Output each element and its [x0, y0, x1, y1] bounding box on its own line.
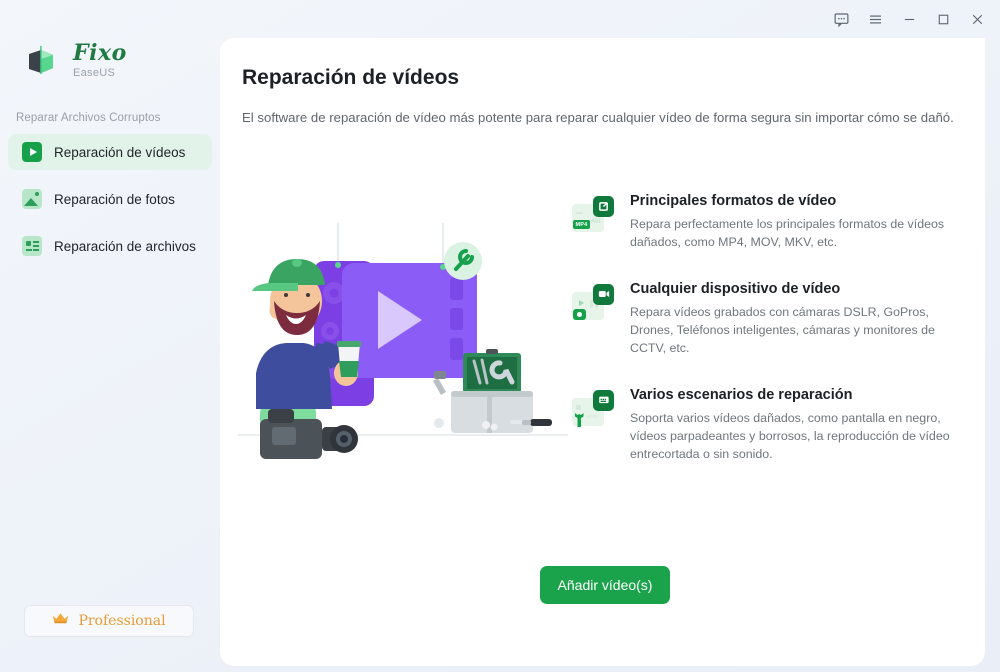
feedback-button[interactable]: [824, 4, 858, 34]
wrench-glyph: [573, 412, 585, 427]
mp4-tag: MP4: [573, 220, 590, 229]
camera-glyph: [573, 308, 586, 320]
feature-heading: Principales formatos de vídeo: [630, 193, 837, 209]
sidebar: Fixo EaseUS Reparar Archivos Corruptos R…: [0, 0, 220, 672]
sidebar-item-label: Reparación de vídeos: [54, 144, 186, 160]
sidebar-item-video-repair[interactable]: Reparación de vídeos: [8, 134, 212, 170]
close-button[interactable]: [960, 4, 994, 34]
sidebar-item-label: Reparación de fotos: [54, 191, 175, 207]
main-panel: Reparación de vídeos El software de repa…: [220, 38, 985, 666]
sidebar-item-file-repair[interactable]: Reparación de archivos: [8, 228, 212, 264]
file-repair-icon: [22, 236, 42, 256]
sidebar-nav: Reparación de vídeos Reparación de fotos…: [8, 134, 212, 275]
sidebar-item-photo-repair[interactable]: Reparación de fotos: [8, 181, 212, 217]
professional-label: Professional: [78, 613, 166, 629]
feature-item: Varios escenarios de reparación Soporta …: [572, 387, 962, 464]
add-video-button[interactable]: Añadir vídeo(s): [540, 566, 670, 604]
crown-icon: [52, 612, 69, 630]
video-device-icon: [572, 283, 614, 326]
sidebar-section-label: Reparar Archivos Corruptos: [16, 112, 161, 124]
feature-list: AVI MP4 Principales formatos de vídeo Re…: [572, 193, 962, 493]
menu-button[interactable]: [858, 4, 892, 34]
feature-heading: Varios escenarios de reparación: [630, 386, 853, 403]
feature-item: Cualquier dispositivo de vídeo Repara ví…: [572, 281, 962, 358]
brand: Fixo EaseUS: [20, 38, 127, 82]
feature-body: Repara vídeos grabados con cámaras DSLR,…: [630, 304, 935, 355]
photo-repair-icon: [22, 189, 42, 209]
title-bar: [0, 0, 1000, 38]
video-formats-icon: AVI MP4: [572, 196, 614, 238]
brand-name: Fixo: [73, 39, 127, 66]
minimize-button[interactable]: [892, 4, 926, 34]
avi-tag: AVI: [591, 219, 601, 225]
repair-scenarios-icon: [572, 389, 614, 432]
feature-item: AVI MP4 Principales formatos de vídeo Re…: [572, 193, 962, 252]
feature-body: Soporta varios vídeos dañados, como pant…: [630, 410, 950, 461]
page-title: Reparación de vídeos: [242, 66, 460, 89]
brand-sub: EaseUS: [73, 66, 116, 79]
sidebar-item-label: Reparación de archivos: [54, 238, 196, 254]
page-description: El software de reparación de vídeo más p…: [242, 110, 954, 125]
video-repair-illustration: [238, 223, 568, 493]
video-repair-icon: [22, 142, 42, 162]
maximize-button[interactable]: [926, 4, 960, 34]
feature-heading: Cualquier dispositivo de vídeo: [630, 280, 841, 297]
fixo-logo-icon: [20, 38, 64, 82]
professional-button[interactable]: Professional: [24, 605, 194, 637]
feature-body: Repara perfectamente los principales for…: [630, 217, 945, 249]
